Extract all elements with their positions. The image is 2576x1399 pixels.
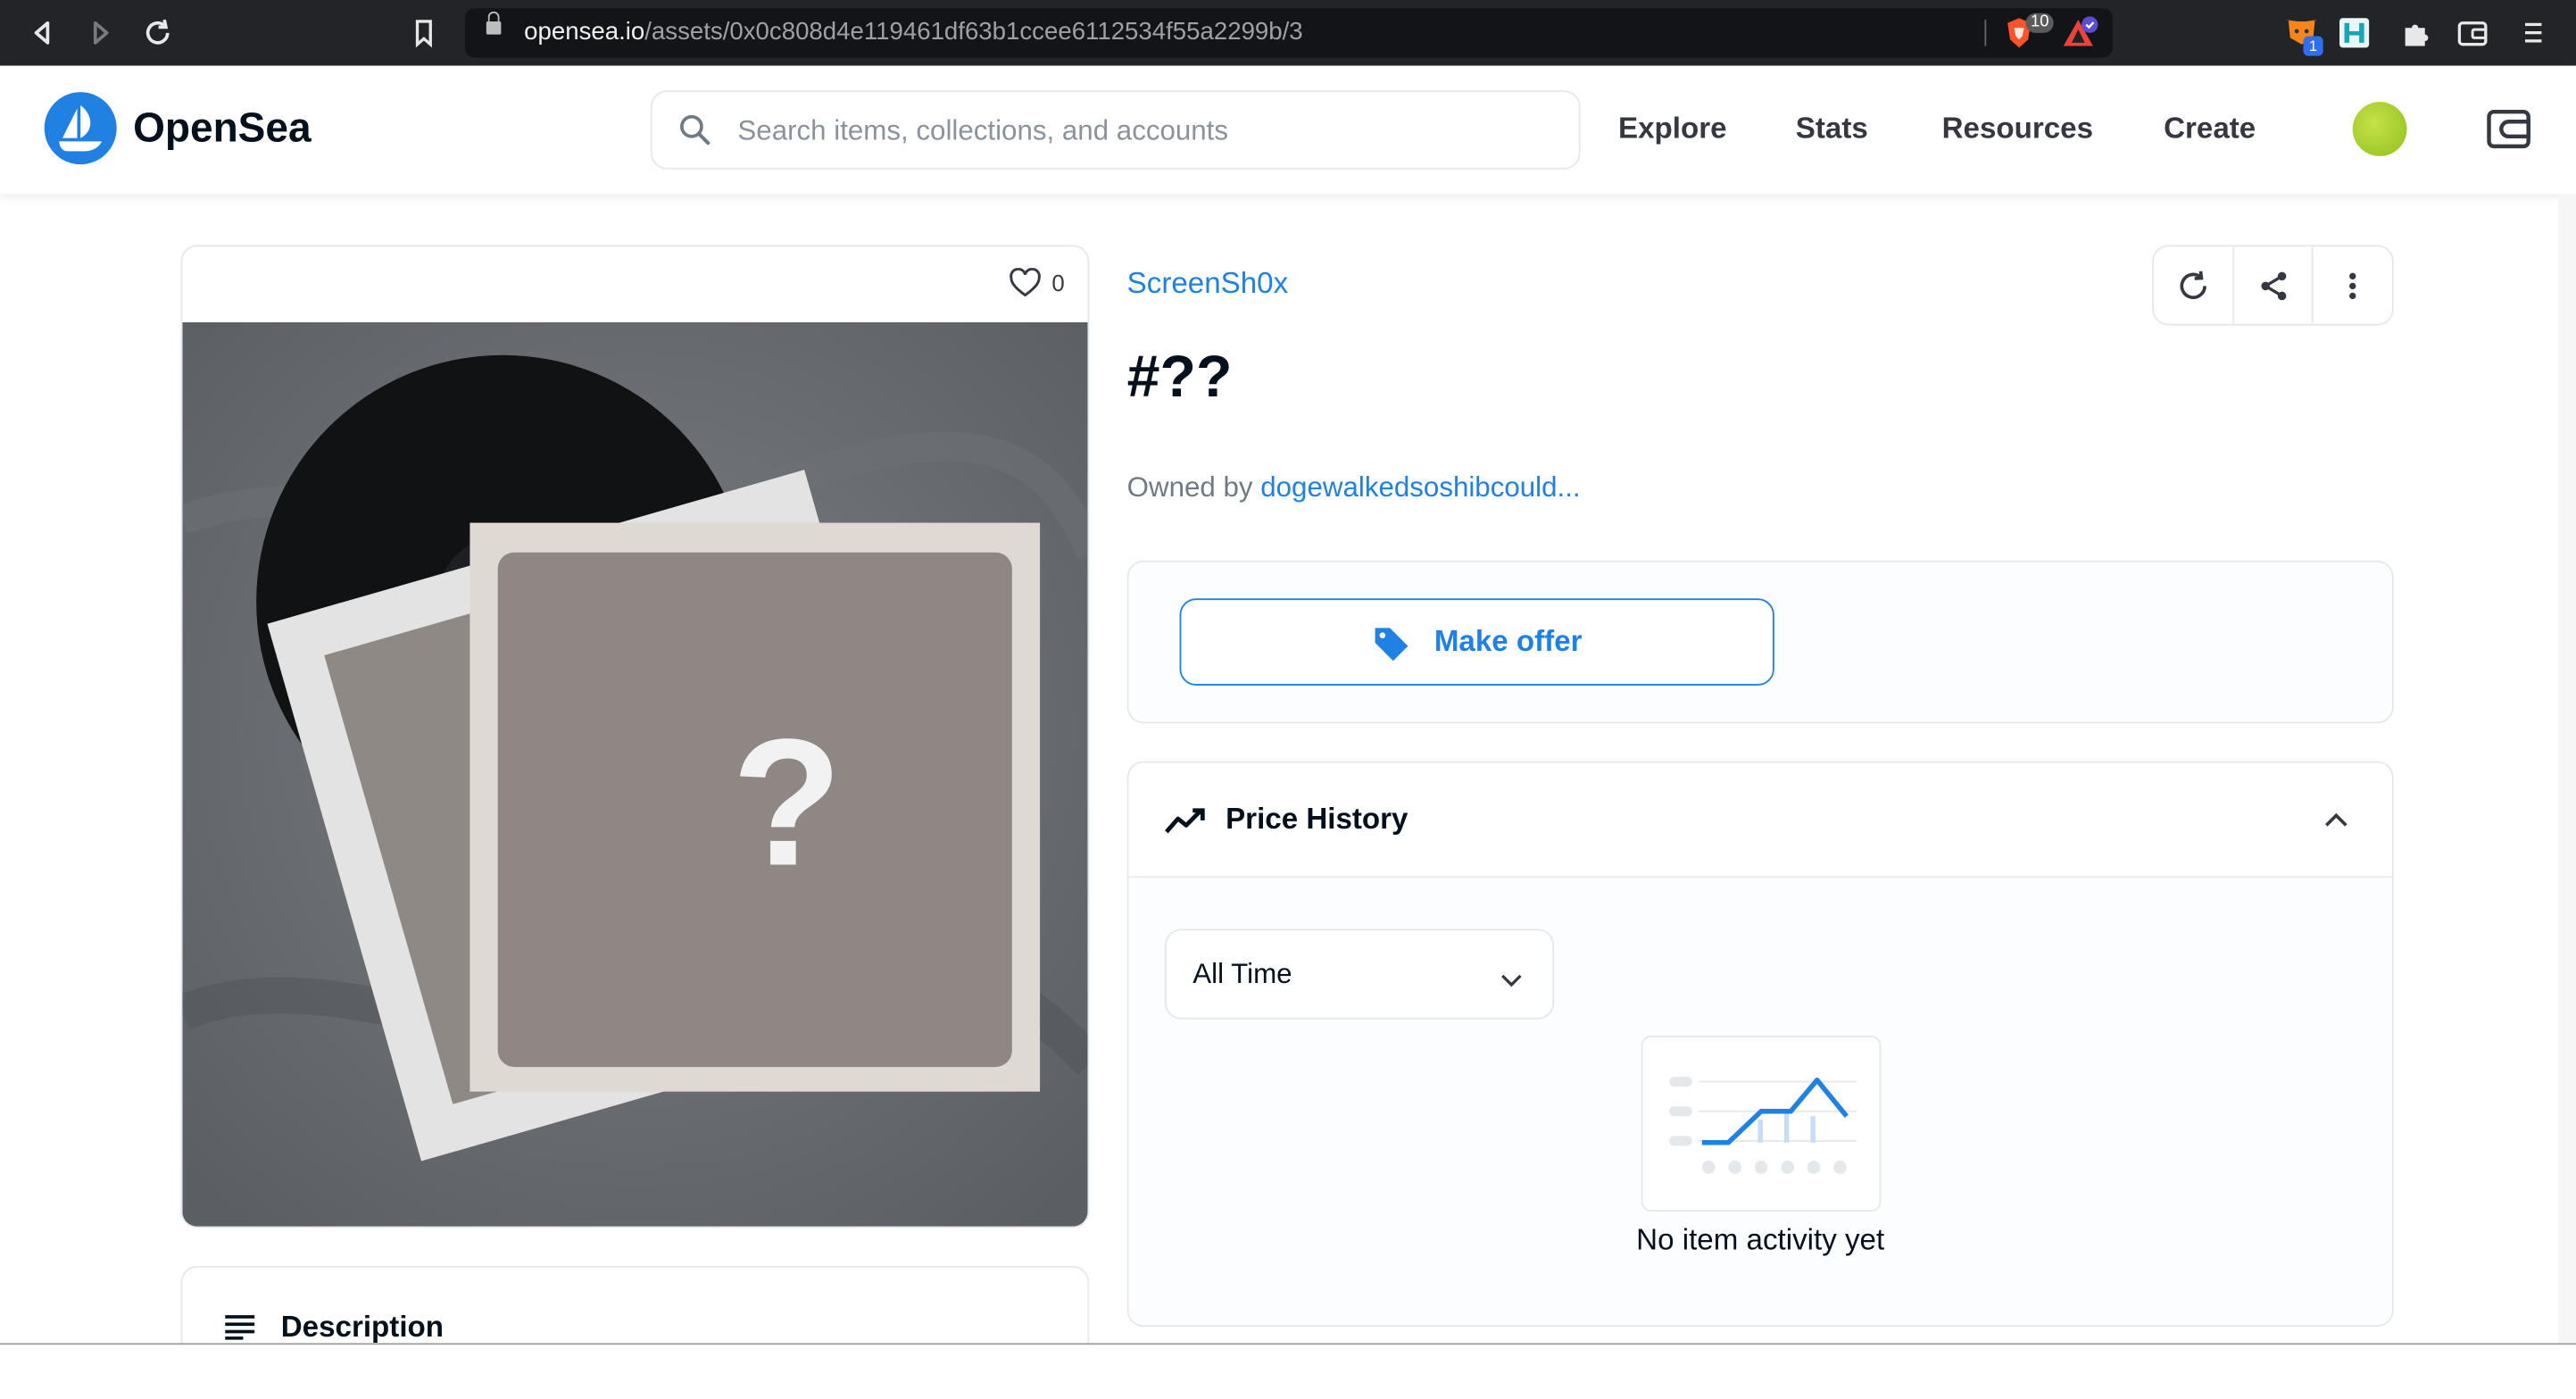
make-offer-label: Make offer <box>1433 624 1583 658</box>
browser-menu-icon[interactable] <box>2515 15 2551 52</box>
reload-icon[interactable] <box>139 15 175 52</box>
more-options-button[interactable] <box>2314 246 2392 324</box>
collection-link[interactable]: ScreenSh0x <box>1127 266 1288 301</box>
empty-activity-text: No item activity yet <box>1636 1223 1885 1256</box>
search-icon <box>678 113 711 146</box>
nav-stats[interactable]: Stats <box>1796 112 1868 146</box>
refresh-icon <box>2180 270 2206 299</box>
price-history-body: All Time No item activity yet <box>1128 878 2392 1326</box>
lock-icon <box>486 11 502 35</box>
asset-image-card: 0 ? <box>180 245 1090 1228</box>
owner-link[interactable]: dogewalkedsoshibcould... <box>1260 471 1580 503</box>
browser-toolbar: opensea.io/assets/0x0c808d4e119461df63b1… <box>0 0 2576 66</box>
heart-icon <box>1010 268 1042 297</box>
price-history-panel: Price History All Time No item activity … <box>1126 761 2394 1328</box>
scrollbar[interactable] <box>2557 194 2576 1345</box>
brave-shield-count: 10 <box>2025 12 2054 33</box>
chevron-up-icon[interactable] <box>2323 809 2349 829</box>
make-offer-button[interactable]: Make offer <box>1179 598 1774 686</box>
extensions-puzzle-icon[interactable] <box>2397 15 2432 52</box>
refresh-button[interactable] <box>2154 246 2234 324</box>
nav-create[interactable]: Create <box>2164 112 2256 146</box>
nav-explore[interactable]: Explore <box>1618 112 1727 146</box>
metamask-badge: 1 <box>2303 36 2323 56</box>
profile-avatar[interactable] <box>2352 102 2407 156</box>
owned-by-label: Owned by <box>1126 471 1253 504</box>
item-actions <box>2152 245 2394 326</box>
site-header: OpenSea Explore Stats Resources Create <box>0 65 2576 195</box>
nft-image[interactable]: ? <box>182 321 1088 1227</box>
back-icon[interactable] <box>25 15 61 52</box>
time-range-value: All Time <box>1192 958 1292 990</box>
owner-line: Owned by dogewalkedsoshibcould... <box>1127 471 1581 504</box>
chevron-down-icon <box>1500 967 1523 987</box>
tag-icon <box>1375 627 1408 661</box>
favorite-count: 0 <box>1051 269 1065 296</box>
share-icon <box>2260 271 2286 300</box>
time-range-select[interactable]: All Time <box>1164 929 1555 1020</box>
image-card-header: 0 <box>182 246 1087 322</box>
price-history-header[interactable]: Price History <box>1128 762 2392 879</box>
url-text: opensea.io/assets/0x0c808d4e119461df63b1… <box>524 18 1303 46</box>
metamask-icon[interactable]: 1 <box>2283 15 2323 56</box>
wallet-icon[interactable] <box>2486 105 2532 152</box>
brave-rewards-icon[interactable] <box>2062 16 2098 49</box>
below-window <box>0 1345 2576 1399</box>
divider <box>1984 20 1987 46</box>
bookmark-icon[interactable] <box>406 15 442 52</box>
address-bar[interactable]: opensea.io/assets/0x0c808d4e119461df63b1… <box>464 8 2114 58</box>
share-button[interactable] <box>2234 246 2314 324</box>
empty-chart-illustration <box>1641 1036 1882 1212</box>
search-input[interactable] <box>734 108 1530 155</box>
forward-icon[interactable] <box>82 15 118 52</box>
text-lines-icon <box>225 1313 255 1340</box>
honey-icon[interactable] <box>2339 18 2370 48</box>
nav-resources[interactable]: Resources <box>1942 112 2093 146</box>
item-title: #?? <box>1126 342 1233 410</box>
kebab-icon <box>2349 271 2356 299</box>
favorite-button[interactable]: 0 <box>1010 268 1065 297</box>
svg-text:?: ? <box>732 702 843 904</box>
brand-name[interactable]: OpenSea <box>133 105 311 153</box>
price-history-title: Price History <box>1226 802 1408 836</box>
offer-panel: Make offer <box>1126 560 2394 724</box>
search-box[interactable] <box>650 90 1581 170</box>
trend-line-icon <box>1165 805 1208 835</box>
opensea-logo-icon[interactable] <box>44 92 117 165</box>
description-title: Description <box>280 1310 445 1344</box>
wallet-toolbar-icon[interactable] <box>2455 15 2490 52</box>
